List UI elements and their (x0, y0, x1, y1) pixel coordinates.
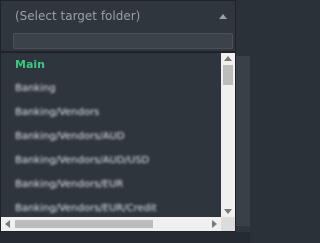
folder-dropdown: Main Banking Banking/Vendors Banking/Ven… (0, 52, 236, 232)
vertical-scrollbar[interactable] (221, 53, 235, 217)
vertical-scroll-thumb[interactable] (223, 65, 233, 85)
scroll-up-icon[interactable] (224, 56, 232, 61)
list-item[interactable]: Banking/Vendors (1, 101, 221, 125)
background-panel-right-top (236, 0, 250, 56)
scroll-right-icon[interactable] (212, 220, 217, 228)
list-item[interactable]: Banking/Vendors/AUD (1, 125, 221, 149)
scroll-down-icon[interactable] (224, 209, 232, 214)
select-placeholder: (Select target folder) (15, 9, 141, 23)
list-item[interactable]: Banking/Vendors/EUR/Credit (1, 197, 221, 217)
background-bottom-strip (0, 232, 250, 243)
horizontal-scroll-thumb[interactable] (15, 220, 153, 228)
scrollbar-corner (221, 217, 235, 231)
list-item[interactable]: Banking/Vendors/AUD/USD (1, 149, 221, 173)
folder-list: Main Banking Banking/Vendors Banking/Ven… (1, 53, 221, 217)
horizontal-scrollbar[interactable] (1, 217, 221, 231)
list-item[interactable]: Banking/Vendors/EUR (1, 173, 221, 197)
target-folder-select[interactable]: (Select target folder) (0, 0, 236, 52)
list-item[interactable]: Banking (1, 77, 221, 101)
scroll-left-icon[interactable] (5, 220, 10, 228)
caret-up-icon[interactable] (219, 14, 227, 19)
folder-search-input[interactable] (13, 33, 233, 49)
background-panel-right (236, 56, 250, 226)
list-item-main[interactable]: Main (1, 53, 221, 77)
select-header[interactable]: (Select target folder) (1, 1, 237, 31)
app-stage: A (Select target folder) Main Banking Ba… (0, 0, 250, 243)
